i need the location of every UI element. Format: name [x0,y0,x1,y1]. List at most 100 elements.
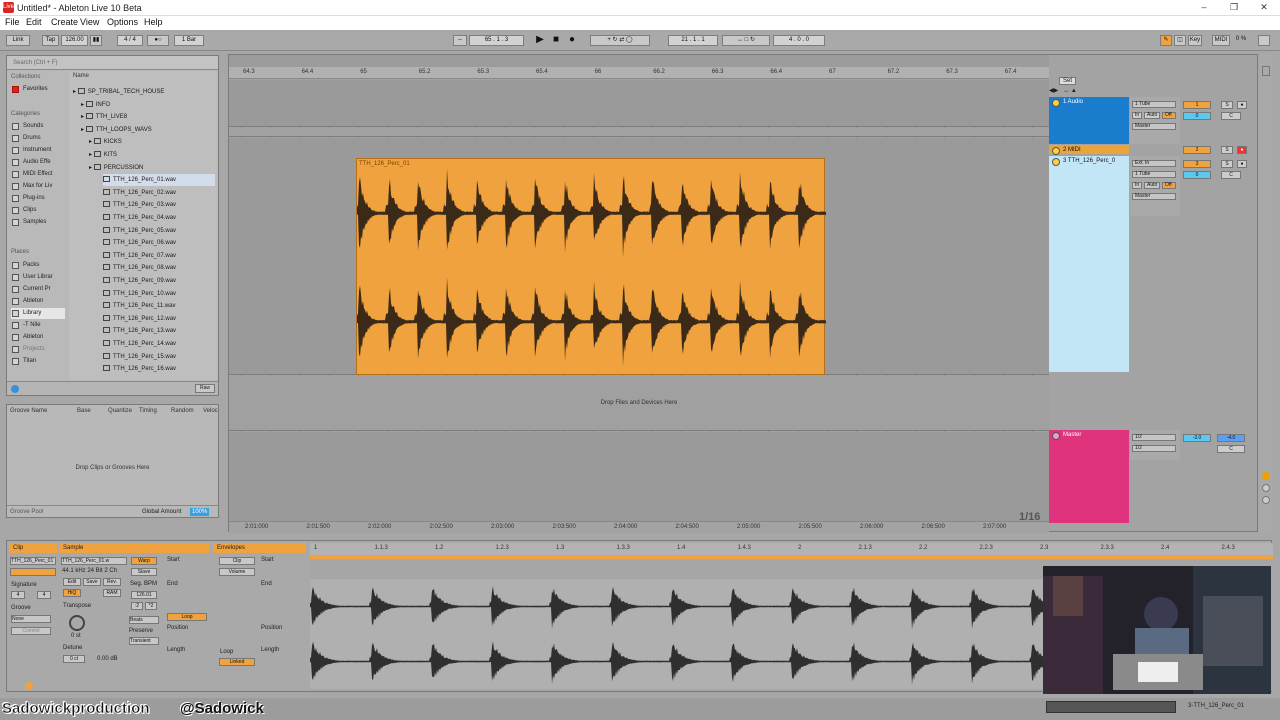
overview-strip[interactable] [1046,701,1176,713]
browser-search-input[interactable]: Search (Ctrl + F) [7,56,218,70]
track-fold-icon[interactable] [1052,147,1060,155]
pan-field[interactable]: C [1221,171,1241,179]
song-position-field[interactable]: 65 . 1 . 3 [469,35,524,46]
track-number[interactable]: 3 [1183,160,1211,168]
sidebar-item-titan[interactable]: Titan [11,356,65,367]
sidebar-item-clips[interactable]: Clips [11,205,65,216]
linked-button[interactable]: Linked [219,658,255,666]
track-fold-icon[interactable] [1052,99,1060,107]
master-out-select[interactable]: 1/2 [1132,445,1176,452]
file-item[interactable]: TTH_126_Perc_04.wav [103,212,215,224]
arm-icon[interactable]: ● [1237,160,1247,168]
pan-field[interactable]: C [1217,445,1245,453]
sidebar-item-favorites[interactable]: Favorites [11,84,65,95]
quantization-select[interactable]: 1 Bar [174,35,204,46]
menu-edit[interactable]: Edit [26,17,42,27]
stop-icon[interactable]: ■ [549,35,563,46]
master-volume-field[interactable]: -3.0 [1183,434,1211,442]
sidebar-item-samples[interactable]: Samples [11,217,65,228]
file-item[interactable]: TTH_126_Perc_10.wav [103,288,215,300]
menu-file[interactable]: File [5,17,20,27]
warp-button[interactable]: Warp [131,557,157,565]
solo-button[interactable]: S [1221,160,1233,168]
sidebar-item-audio-effects[interactable]: Audio Effe [11,157,65,168]
clip-fold-icon[interactable] [25,682,33,690]
sidebar-item-drums[interactable]: Drums [11,133,65,144]
seg-bpm-field[interactable]: 126.01 [131,591,157,599]
file-item[interactable]: TTH_126_Perc_14.wav [103,338,215,350]
track-header-perc[interactable]: 3 TTH_126_Perc_0 [1049,156,1129,372]
close-button[interactable]: ✕ [1252,1,1276,15]
returns-toggle-icon[interactable] [1262,496,1270,504]
volume-field[interactable]: 0 [1183,171,1211,179]
solo-button[interactable]: S [1221,101,1233,109]
file-item[interactable]: TTH_126_Perc_07.wav [103,250,215,262]
cue-volume-field[interactable]: -4.0 [1217,434,1245,442]
sidebar-item-instruments[interactable]: Instrument [11,145,65,156]
envelope-clip-select[interactable]: Clip [219,557,255,565]
sample-waveform-area[interactable] [310,579,1045,689]
file-item[interactable]: TTH_126_Perc_11.wav [103,300,215,312]
file-item[interactable]: TTH_126_Perc_08.wav [103,262,215,274]
file-item[interactable]: TTH_126_Perc_09.wav [103,275,215,287]
pan-field[interactable]: C [1221,112,1241,120]
file-item[interactable]: TTH_126_Perc_03.wav [103,199,215,211]
right-scroll-bar[interactable] [1260,54,1272,532]
cue-out-select[interactable]: 1/2 [1132,434,1176,441]
sample-panel-header[interactable]: Sample [59,543,209,553]
arm-icon[interactable]: ● [1237,146,1247,154]
transpose-knob[interactable] [69,615,85,631]
file-item[interactable]: TTH_126_Perc_16.wav [103,363,215,375]
nudge-icon[interactable]: ▮▮ [90,35,102,46]
track-number[interactable]: 2 [1183,146,1211,154]
menu-create[interactable]: Create [51,17,78,27]
signature-numerator[interactable]: 4 [11,591,25,599]
half-tempo-button[interactable]: :2 [131,602,143,610]
sidebar-item-current-project[interactable]: Current Pr [11,284,65,295]
folder-sp-tribal[interactable]: ▸ SP_TRIBAL_TECH_HOUSE [73,86,164,98]
play-icon[interactable]: ▶ [533,35,547,46]
file-item[interactable]: TTH_126_Perc_02.wav [103,187,215,199]
edit-button[interactable]: Edit [63,578,81,586]
detune-field[interactable]: 0 ct [63,655,85,663]
menu-help[interactable]: Help [144,17,163,27]
time-signature-field[interactable]: 4 / 4 [117,35,143,46]
ram-button[interactable]: RAM [103,589,121,597]
draw-mode-icon[interactable]: ✎ [1160,35,1172,46]
arrangement-nav-icons[interactable]: ◀▶ ↔ ▲ [1049,87,1129,97]
folder-percussion[interactable]: ▸ PERCUSSION [89,162,143,174]
global-amount-field[interactable]: 100% [190,508,210,516]
metronome-icon[interactable]: ●○ [147,35,169,46]
sidebar-item-midi-effects[interactable]: MIDI Effect [11,169,65,180]
sidebar-item-t-nile[interactable]: -T Nile [11,320,65,331]
loop-start-field[interactable]: 21 . 1 . 1 [668,35,718,46]
folder-tth-live8[interactable]: ▸ TTH_LIVE8 [81,111,127,123]
output-select[interactable]: Master [1132,193,1176,200]
midi-map-button[interactable]: MIDI [1212,35,1230,46]
drop-files-zone[interactable]: Drop Files and Devices Here [229,400,1049,406]
track-header-master[interactable]: Master [1049,430,1129,523]
tap-tempo-button[interactable]: Tap [42,35,59,46]
sends-toggle-icon[interactable] [1262,484,1270,492]
input-channel-select[interactable]: 1 Tube [1132,171,1176,178]
monitor-in[interactable]: In [1132,112,1142,119]
commit-button[interactable]: Commit [11,627,51,635]
signature-denominator[interactable]: 4 [37,591,51,599]
monitor-auto[interactable]: Auto [1144,182,1160,189]
track-number[interactable]: 1 [1183,101,1211,109]
sidebar-item-projects[interactable]: Projects [11,344,65,355]
output-select[interactable]: Master [1132,123,1176,130]
key-map-button[interactable]: Key [1188,35,1202,46]
maximize-button[interactable]: ❐ [1222,1,1246,15]
preserve-select[interactable]: Transient [129,637,159,645]
volume-field[interactable]: 0 [1183,112,1211,120]
lane-audio[interactable] [229,80,1049,127]
arm-icon[interactable]: ● [1237,101,1247,109]
double-tempo-button[interactable]: *2 [145,602,157,610]
punch-loop-icons[interactable]: ↔ □ ↻ [722,35,770,46]
lane-master[interactable] [229,432,1049,525]
set-button[interactable]: Set [1059,77,1077,85]
monitor-off[interactable]: Off [1162,182,1176,189]
sidebar-item-plugins[interactable]: Plug-ins [11,193,65,204]
file-item[interactable]: TTH_126_Perc_05.wav [103,225,215,237]
